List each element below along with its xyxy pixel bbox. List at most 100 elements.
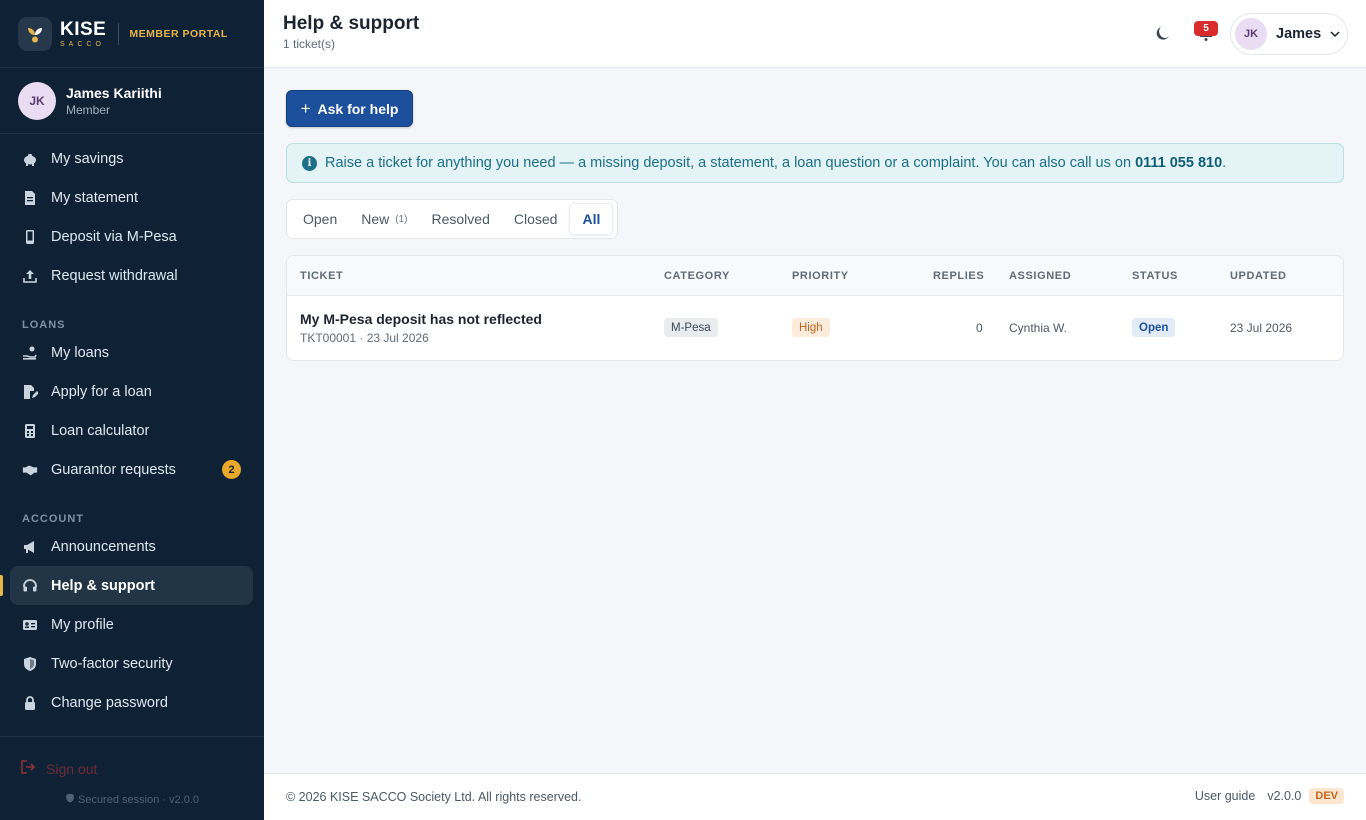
sidebar-item-label: My loans [51,344,110,361]
sidebar-item-announcements[interactable]: Announcements [10,527,253,566]
footer-right: User guide v2.0.0 DEV [1195,788,1344,804]
sidebar-item-loan-calculator[interactable]: Loan calculator [10,411,253,450]
lock-icon [22,695,38,711]
sidebar-item-my-profile[interactable]: My profile [10,605,253,644]
sidebar-footer: Sign out Secured session · v2.0.0 [0,736,264,820]
sidebar-item-my-savings[interactable]: My savings [10,139,253,178]
top-header: Help & support 1 ticket(s) 5 JK James [264,0,1366,68]
edit-document-icon [22,384,38,400]
table-row[interactable]: My M-Pesa deposit has not reflected TKT0… [287,296,1343,360]
sidebar-nav: My savings My statement Deposit via M-Pe… [0,134,264,722]
notification-badge: 5 [1194,21,1218,36]
banner-text: Raise a ticket for anything you need — a… [325,155,1226,171]
avatar: JK [1235,18,1267,50]
brand[interactable]: KISE SACCO MEMBER PORTAL [0,0,264,68]
avatar: JK [18,81,56,120]
plus-icon: + [300,99,311,118]
sidebar-item-change-password[interactable]: Change password [10,683,253,722]
tab-all[interactable]: All [569,203,614,235]
column-header[interactable]: TICKET [300,270,343,282]
sidebar-item-label: Loan calculator [51,422,150,439]
ticket-title[interactable]: My M-Pesa deposit has not reflected [300,311,542,327]
tab-count: (1) [395,213,408,225]
column-header[interactable]: ASSIGNED [1009,270,1071,282]
category-badge: M-Pesa [664,318,718,337]
sidebar-item-guarantor-requests[interactable]: Guarantor requests 2 [10,450,253,489]
user-menu[interactable]: JK James [1230,13,1348,55]
column-header[interactable]: REPLIES [933,270,984,282]
sidebar-item-my-statement[interactable]: My statement [10,178,253,217]
main-content: + Ask for help i Raise a ticket for anyt… [264,68,1366,773]
ticket-count: 1 ticket(s) [283,37,336,51]
sidebar-item-help-support[interactable]: Help & support [0,566,253,605]
column-header[interactable]: STATUS [1132,270,1178,282]
calculator-icon [22,423,38,439]
ticket-meta: TKT00001 · 23 Jul 2026 [300,331,429,345]
sign-out-icon [20,759,36,778]
user-name: James Kariithi [66,84,162,101]
tab-label: All [582,211,601,227]
sidebar-item-label: My savings [51,150,124,167]
sidebar-item-two-factor[interactable]: Two-factor security [10,644,253,683]
ask-for-help-button[interactable]: + Ask for help [286,90,413,127]
support-phone[interactable]: 0111 055 810 [1135,155,1222,171]
tab-resolved[interactable]: Resolved [420,203,502,235]
version-label: v2.0.0 [1267,789,1302,803]
table-header: TICKET CATEGORY PRIORITY REPLIES ASSIGNE… [287,256,1343,296]
sidebar-item-label: Two-factor security [51,655,173,672]
nav-section-account: ACCOUNT [22,513,84,525]
copyright: © 2026 KISE SACCO Society Ltd. All right… [286,790,582,804]
ticket-filter-tabs: Open New (1) Resolved Closed All [286,199,619,239]
hand-coins-icon [22,345,38,361]
sidebar-item-label: Request withdrawal [51,267,178,284]
user-role: Member [66,102,111,117]
upload-icon [22,268,38,284]
banner-end: . [1222,155,1227,171]
column-header[interactable]: CATEGORY [664,270,730,282]
shield-icon [22,656,38,672]
replies-count: 0 [976,321,983,335]
updated-date: 23 Jul 2026 [1230,321,1293,335]
megaphone-icon [22,539,38,555]
sidebar-item-my-loans[interactable]: My loans [10,333,253,372]
assigned-agent: Cynthia W. [1009,321,1068,335]
id-card-icon [22,617,38,633]
chevron-down-icon [1330,31,1340,38]
phone-icon [22,229,38,245]
brand-name: KISE [60,18,107,40]
secured-label: Secured session · v2.0.0 [77,794,200,806]
sidebar-item-label: Guarantor requests [51,461,176,478]
column-header[interactable]: PRIORITY [792,270,849,282]
sidebar-item-deposit-mpesa[interactable]: Deposit via M-Pesa [10,217,253,256]
page-title: Help & support [283,13,420,34]
active-indicator [0,575,3,596]
piggy-bank-icon [22,151,38,167]
tab-label: Resolved [431,211,490,227]
environment-badge: DEV [1309,788,1344,804]
column-header[interactable]: UPDATED [1230,270,1287,282]
moon-icon [1154,27,1172,46]
dark-mode-toggle[interactable] [1154,24,1172,42]
user-menu-name: James [1276,26,1322,42]
sidebar-item-label: Help & support [51,577,155,594]
tab-new[interactable]: New (1) [349,203,419,235]
status-badge: Open [1132,318,1176,337]
tab-closed[interactable]: Closed [502,203,570,235]
guarantor-count-badge: 2 [222,460,241,479]
sidebar-item-label: Change password [51,694,168,711]
brand-divider [118,22,120,45]
handshake-icon [22,462,38,478]
sign-out-button[interactable]: Sign out [20,759,97,778]
sidebar-item-label: Apply for a loan [51,383,152,400]
sidebar-item-label: My statement [51,189,139,206]
page-footer: © 2026 KISE SACCO Society Ltd. All right… [264,773,1366,820]
kise-logo-icon [18,16,52,51]
brand-sub: SACCO [60,40,105,48]
user-guide-link[interactable]: User guide [1195,789,1255,803]
sidebar-item-apply-loan[interactable]: Apply for a loan [10,372,253,411]
secured-session-text: Secured session · v2.0.0 [0,793,264,806]
sidebar-item-request-withdrawal[interactable]: Request withdrawal [10,256,253,295]
nav-section-loans: LOANS [22,319,66,331]
info-icon: i [302,155,317,171]
tab-open[interactable]: Open [291,203,349,235]
